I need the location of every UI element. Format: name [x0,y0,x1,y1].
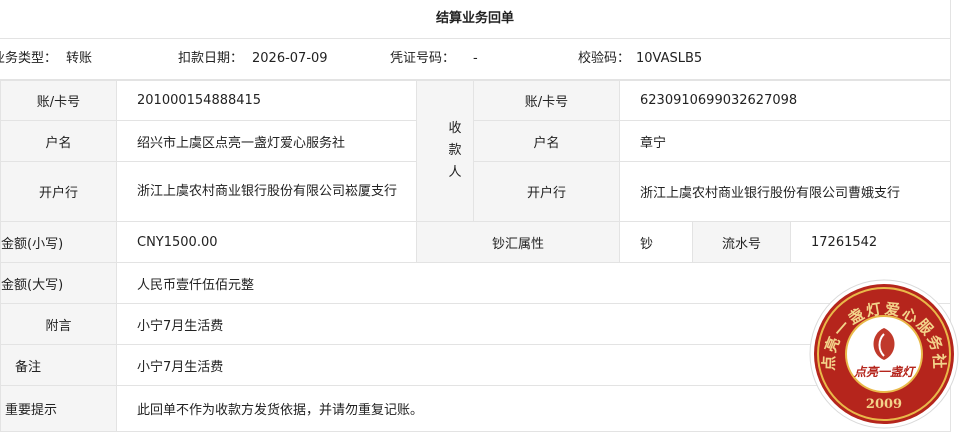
important-notice-label: 重要提示 [0,385,117,432]
postscript-label: 附言 [0,303,117,345]
fx-attribute-value: 钞 [619,221,693,263]
payer-bank-value: 浙江上虞农村商业银行股份有限公司崧厦支行 [116,161,417,222]
payer-account-value: 201000154888415 [116,80,417,121]
payer-name-label: 户名 [0,120,117,162]
payee-account-value: 6230910699032627098 [618,80,952,121]
meta-row: 业务类型： 转账 扣款日期： 2026-07-09 凭证号码： - 校验码： 1… [0,39,950,80]
fx-attribute-label: 钞汇属性 [416,221,620,263]
seal-year: 2009 [866,397,902,412]
amount-small-label: 金额(小写) [0,221,117,263]
table-row: 户名 绍兴市上虞区点亮一盏灯爱心服务社 户名 章宁 [0,120,952,162]
seal-center-text: 点亮一盏灯 [853,365,917,379]
payer-name-value: 绍兴市上虞区点亮一盏灯爱心服务社 [116,120,417,162]
serial-number-label: 流水号 [692,221,791,263]
payee-bank-label: 开户行 [473,161,620,222]
payee-name-value: 章宁 [618,120,952,162]
document-title: 结算业务回单 [0,0,950,39]
business-type-value: 转账 [66,51,93,66]
payee-account-label: 账/卡号 [473,80,620,121]
amount-small-value: CNY1500.00 [116,221,417,263]
table-row: 金额(小写) CNY1500.00 钞汇属性 钞 流水号 17261542 [0,221,952,263]
voucher-number-value: - [473,51,478,66]
payer-bank-label: 开户行 [0,161,117,222]
business-type-label: 业务类型： [0,51,58,66]
table-row: 账/卡号 201000154888415 收款人 账/卡号 6230910699… [0,80,952,222]
payee-side-label: 收款人 [416,80,474,222]
amount-big-label: 金额(大写) [0,262,117,304]
voucher-number-label: 凭证号码： [390,51,456,66]
payer-account-label: 账/卡号 [0,80,117,121]
payee-name-label: 户名 [473,120,620,162]
table-row: 开户行 浙江上虞农村商业银行股份有限公司崧厦支行 开户行 浙江上虞农村商业银行股… [0,161,952,222]
payee-bank-value: 浙江上虞农村商业银行股份有限公司曹娥支行 [618,161,952,222]
check-code-label: 校验码： [578,51,631,66]
check-code-value: 10VASLB5 [636,51,703,66]
debit-date-label: 扣款日期： [178,51,244,66]
note-label: 备注 [0,344,117,386]
debit-date-value: 2026-07-09 [252,51,328,66]
serial-number-value: 17261542 [789,221,952,263]
organization-seal-icon: 点亮一盏灯爱心服务社 点亮一盏灯 2009 [809,279,959,429]
